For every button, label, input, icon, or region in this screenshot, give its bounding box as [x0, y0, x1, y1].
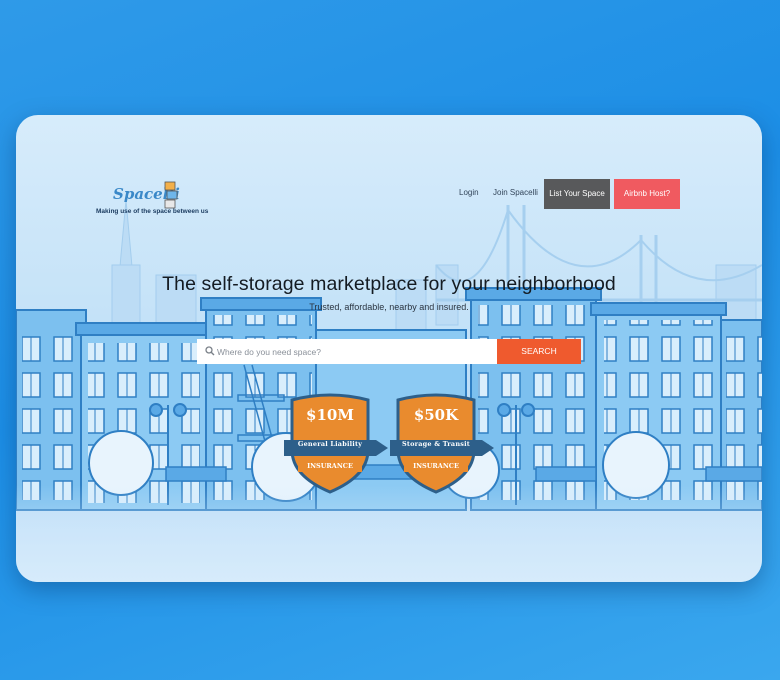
hero-subtitle: Trusted, affordable, nearby and insured. — [309, 302, 469, 312]
badge-label: Storage & Transit — [401, 440, 470, 448]
app-window: Spacelli Making use of the space between… — [16, 115, 762, 582]
badge-amount: $10M — [306, 406, 354, 424]
search-bar: SEARCH — [197, 339, 581, 364]
insurance-badge-liability: $10M General Liability INSURANCE — [284, 392, 388, 496]
badge-amount: $50K — [413, 406, 459, 424]
header: Spacelli Making use of the space between… — [16, 173, 762, 223]
badge-insurance-label: INSURANCE — [307, 462, 353, 470]
search-button[interactable]: SEARCH — [497, 339, 581, 364]
hero-title: The self-storage marketplace for your ne… — [162, 273, 616, 295]
search-field[interactable] — [197, 339, 497, 364]
search-icon — [205, 346, 215, 356]
search-input[interactable] — [217, 339, 492, 364]
badge-label: General Liability — [297, 440, 363, 448]
login-link[interactable]: Login — [459, 188, 479, 197]
logo-tagline: Making use of the space between us — [96, 208, 209, 215]
join-link[interactable]: Join Spacelli — [493, 188, 538, 197]
logo[interactable]: Spacelli Making use of the space between… — [96, 179, 246, 223]
insurance-badge-transit: $50K Storage & Transit INSURANCE — [390, 392, 494, 496]
airbnb-host-button[interactable]: Airbnb Host? — [614, 179, 680, 209]
badge-insurance-label: INSURANCE — [413, 462, 459, 470]
logo-boxes-icon — [164, 181, 178, 209]
list-your-space-button[interactable]: List Your Space — [544, 179, 610, 209]
